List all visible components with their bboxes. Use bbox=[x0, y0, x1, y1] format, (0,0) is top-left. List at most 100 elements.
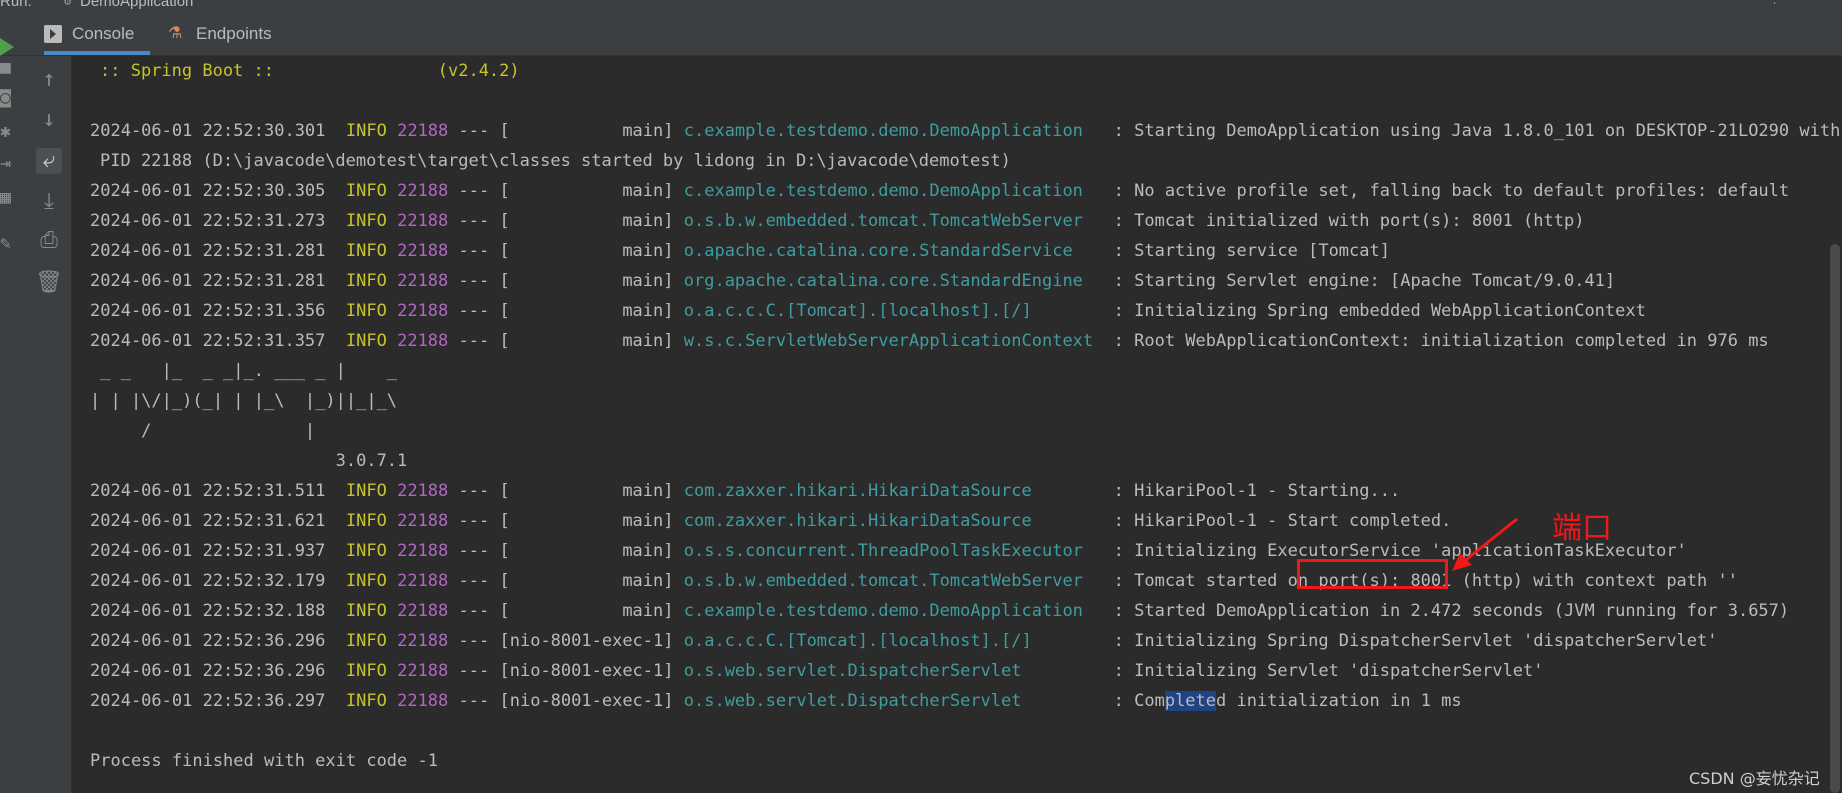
title-bar: Run: ⚙ DemoApplication ⋮ — bbox=[0, 0, 1842, 13]
log-separator: --- bbox=[458, 631, 490, 651]
stop-icon[interactable]: ■ bbox=[0, 56, 14, 78]
ascii-art-text: | | |\/|_)(_| | |_\ |_)||_|_\ bbox=[90, 391, 398, 411]
settings-icon[interactable]: ✱ bbox=[0, 120, 14, 142]
log-pid: 22188 bbox=[397, 541, 449, 561]
exit-message: Process finished with exit code -1 bbox=[90, 746, 438, 776]
log-level: INFO bbox=[345, 211, 387, 231]
log-message: Starting Servlet engine: [Apache Tomcat/… bbox=[1134, 271, 1616, 291]
log-pid: 22188 bbox=[397, 121, 449, 141]
tab-console-label: Console bbox=[72, 24, 135, 43]
log-separator: --- bbox=[458, 121, 490, 141]
layout-icon[interactable]: ▦ bbox=[0, 186, 14, 208]
log-pid: 22188 bbox=[397, 661, 449, 681]
minimize-icon[interactable]: — bbox=[1812, 0, 1820, 7]
log-timestamp: 2024-06-01 22:52:30.301 bbox=[90, 121, 326, 141]
log-logger: c.example.testdemo.demo.DemoApplication bbox=[683, 601, 1104, 621]
log-logger: c.example.testdemo.demo.DemoApplication bbox=[683, 121, 1104, 141]
console-toolbar: ↑ ↓ ⤶ ⤓ ⎙ 🗑 ■ ◙ ✱ ⇥ ▦ ✎ bbox=[0, 56, 72, 793]
log-thread: [ main] bbox=[499, 601, 674, 621]
log-timestamp: 2024-06-01 22:52:32.188 bbox=[90, 601, 326, 621]
log-pid: 22188 bbox=[397, 301, 449, 321]
ascii-art-line: / | bbox=[90, 416, 315, 446]
log-separator: --- bbox=[458, 691, 490, 711]
log-thread: [ main] bbox=[499, 211, 674, 231]
more-options-icon[interactable]: ⋮ bbox=[1768, 0, 1781, 7]
log-separator: --- bbox=[458, 301, 490, 321]
log-level: INFO bbox=[345, 301, 387, 321]
log-message: No active profile set, falling back to d… bbox=[1134, 181, 1790, 201]
scrollbar-track[interactable] bbox=[1828, 56, 1842, 793]
log-timestamp: 2024-06-01 22:52:31.511 bbox=[90, 481, 326, 501]
log-message: HikariPool-1 - Starting... bbox=[1134, 481, 1401, 501]
endpoints-icon: ⚗ bbox=[168, 25, 183, 42]
log-pid: 22188 bbox=[397, 481, 449, 501]
log-timestamp: 2024-06-01 22:52:36.296 bbox=[90, 631, 326, 651]
log-thread: [ main] bbox=[499, 301, 674, 321]
run-label: Run: bbox=[0, 0, 32, 10]
log-pid: 22188 bbox=[397, 691, 449, 711]
ascii-art-line: _ _ |_ _ _|_. ___ _ | _ bbox=[90, 356, 397, 386]
log-message: Initializing Spring embedded WebApplicat… bbox=[1134, 301, 1646, 321]
log-thread: [ main] bbox=[499, 271, 674, 291]
ascii-art-line: | | |\/|_)(_| | |_\ |_)||_|_\ bbox=[90, 386, 397, 416]
log-level: INFO bbox=[345, 571, 387, 591]
log-line: 2024-06-01 22:52:30.305 INFO 22188 --- [… bbox=[90, 181, 1790, 201]
log-line: 2024-06-01 22:52:31.357 INFO 22188 --- [… bbox=[90, 331, 1769, 351]
log-line: 2024-06-01 22:52:31.281 INFO 22188 --- [… bbox=[90, 271, 1616, 291]
pin-icon[interactable]: ✎ bbox=[0, 232, 14, 254]
log-logger: o.s.s.concurrent.ThreadPoolTaskExecutor bbox=[683, 541, 1104, 561]
log-timestamp: 2024-06-01 22:52:31.273 bbox=[90, 211, 326, 231]
log-pid: 22188 bbox=[397, 271, 449, 291]
console-output[interactable]: :: Spring Boot :: (v2.4.2)2024-06-01 22:… bbox=[72, 56, 1842, 793]
spring-banner: :: Spring Boot :: (v2.4.2) bbox=[100, 56, 520, 86]
log-pid: 22188 bbox=[397, 631, 449, 651]
log-timestamp: 2024-06-01 22:52:31.357 bbox=[90, 331, 326, 351]
annotation-arrow bbox=[1452, 517, 1518, 571]
log-continuation-text: PID 22188 (D:\javacode\demotest\target\c… bbox=[100, 151, 1011, 171]
log-pid: 22188 bbox=[397, 511, 449, 531]
log-thread: [ main] bbox=[499, 331, 674, 351]
log-logger: org.apache.catalina.core.StandardEngine bbox=[683, 271, 1104, 291]
tab-endpoints[interactable]: ⚗ Endpoints bbox=[168, 13, 308, 55]
log-pid: 22188 bbox=[397, 241, 449, 261]
log-level: INFO bbox=[345, 241, 387, 261]
scrollbar-thumb[interactable] bbox=[1830, 244, 1840, 793]
log-level: INFO bbox=[345, 271, 387, 291]
log-logger: o.a.c.c.C.[Tomcat].[localhost].[/] bbox=[683, 631, 1104, 651]
log-logger: o.s.web.servlet.DispatcherServlet bbox=[683, 661, 1104, 681]
login-icon[interactable]: ⇥ bbox=[0, 152, 14, 174]
log-logger: com.zaxxer.hikari.HikariDataSource bbox=[683, 481, 1104, 501]
port-highlight-box bbox=[1297, 559, 1448, 589]
log-level: INFO bbox=[345, 121, 387, 141]
log-pid: 22188 bbox=[397, 211, 449, 231]
camera-icon[interactable]: ◙ bbox=[0, 86, 14, 108]
log-timestamp: 2024-06-01 22:52:36.297 bbox=[90, 691, 326, 711]
gear-icon[interactable]: ⚙ bbox=[64, 0, 71, 8]
log-line: 2024-06-01 22:52:36.296 INFO 22188 --- [… bbox=[90, 631, 1718, 651]
tab-console[interactable]: Console bbox=[44, 13, 150, 55]
exit-message-text: Process finished with exit code -1 bbox=[90, 751, 438, 771]
log-level: INFO bbox=[345, 181, 387, 201]
log-thread: [ main] bbox=[499, 541, 674, 561]
log-separator: --- bbox=[458, 331, 490, 351]
scroll-to-end-icon: ⤓ bbox=[44, 189, 54, 214]
log-logger: o.a.c.c.C.[Tomcat].[localhost].[/] bbox=[683, 301, 1104, 321]
window-title: DemoApplication bbox=[80, 0, 194, 10]
log-timestamp: 2024-06-01 22:52:36.296 bbox=[90, 661, 326, 681]
log-logger: c.example.testdemo.demo.DemoApplication bbox=[683, 181, 1104, 201]
trash-button[interactable]: 🗑 bbox=[0, 263, 71, 303]
log-message: Completed initialization in 1 ms bbox=[1134, 691, 1462, 711]
log-separator: --- bbox=[458, 541, 490, 561]
log-level: INFO bbox=[345, 661, 387, 681]
run-icon[interactable] bbox=[0, 38, 14, 56]
log-level: INFO bbox=[345, 481, 387, 501]
log-level: INFO bbox=[345, 331, 387, 351]
log-pid: 22188 bbox=[397, 181, 449, 201]
log-pid: 22188 bbox=[397, 601, 449, 621]
log-pid: 22188 bbox=[397, 331, 449, 351]
log-line: 2024-06-01 22:52:31.621 INFO 22188 --- [… bbox=[90, 511, 1452, 531]
ascii-art-text: / | bbox=[90, 421, 316, 441]
log-timestamp: 2024-06-01 22:52:31.281 bbox=[90, 271, 326, 291]
log-thread: [ main] bbox=[499, 511, 674, 531]
log-level: INFO bbox=[345, 691, 387, 711]
